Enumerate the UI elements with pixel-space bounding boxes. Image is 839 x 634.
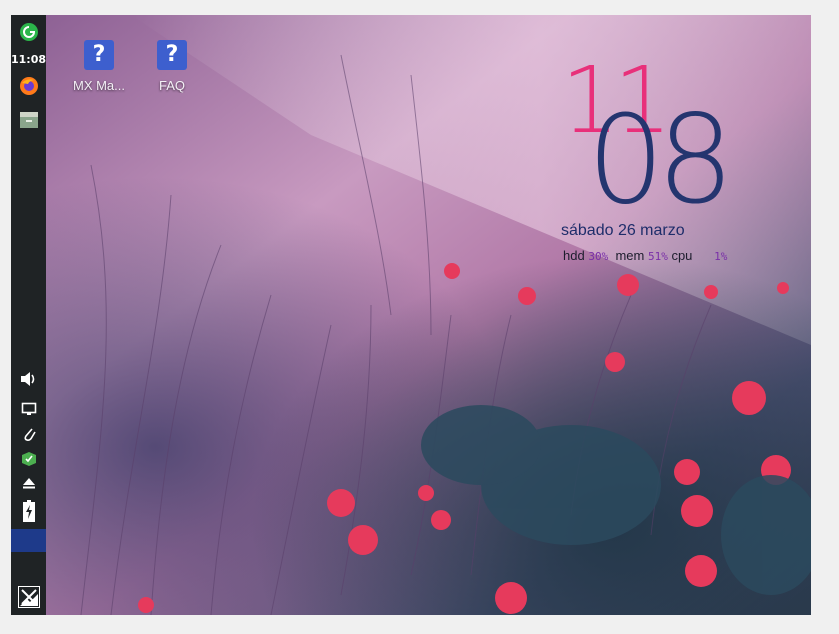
cpu-value: 1%	[714, 250, 728, 263]
mem-label: mem	[615, 248, 645, 263]
clipboard-icon[interactable]	[14, 423, 43, 445]
mem-value: 51%	[647, 250, 668, 263]
eject-icon[interactable]	[14, 473, 43, 493]
conky-minute: 08	[587, 89, 734, 231]
conky-widget: 11 08 sábado 26 marzo hdd 30% mem 51% cp…	[551, 55, 791, 285]
conky-date: sábado 26 marzo	[561, 222, 685, 239]
desktop-icon-label: MX Ma...	[72, 78, 125, 93]
panel-clock[interactable]: 11:08	[11, 53, 46, 66]
firefox-icon[interactable]	[14, 75, 43, 97]
desktop-screen: 11:08 ? MX Ma... ? FAQ 11 08 sábado 26 m…	[11, 15, 811, 615]
desktop-icon-faq[interactable]: ? FAQ	[137, 40, 207, 93]
display-icon[interactable]	[14, 399, 43, 419]
file-manager-icon[interactable]	[14, 109, 43, 131]
volume-icon[interactable]	[14, 369, 43, 389]
conky-stats: hdd 30% mem 51% cpu 1%	[563, 248, 727, 263]
desktop-icon-label: FAQ	[158, 78, 185, 93]
hdd-value: 30%	[588, 250, 609, 263]
workspace-indicator[interactable]	[11, 529, 46, 552]
app-menu-icon[interactable]	[14, 21, 43, 43]
cpu-label: cpu	[671, 248, 693, 263]
mx-logo-icon[interactable]	[14, 585, 43, 609]
desktop-icon-mx-manual[interactable]: ? MX Ma...	[64, 40, 134, 93]
updater-icon[interactable]	[14, 449, 43, 469]
battery-icon[interactable]	[14, 499, 43, 523]
help-icon: ?	[84, 40, 114, 70]
side-panel: 11:08	[11, 15, 46, 615]
help-icon: ?	[157, 40, 187, 70]
hdd-label: hdd	[563, 248, 585, 263]
